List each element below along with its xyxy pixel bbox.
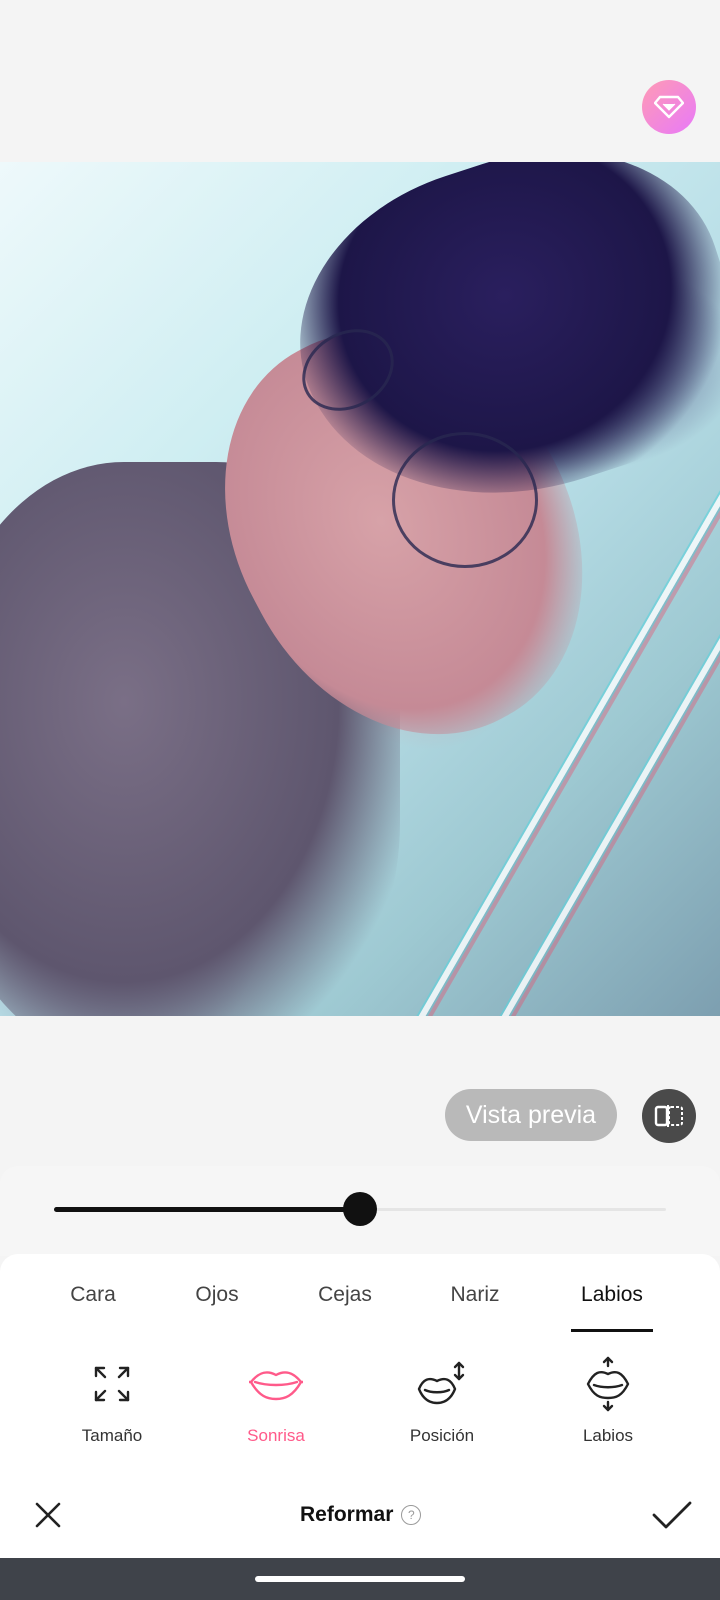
tool-label: Labios (582, 1426, 634, 1445)
tool-label: Sonrisa (247, 1426, 305, 1445)
tool-posicion[interactable]: Posición (372, 1356, 512, 1456)
tab-labios[interactable]: Labios (566, 1270, 658, 1320)
premium-button[interactable] (642, 80, 696, 134)
expand-arrows-icon (94, 1366, 130, 1402)
smile-lips-icon (249, 1371, 303, 1401)
photo-glasses-lens (392, 432, 538, 568)
tool-sonrisa[interactable]: Sonrisa (206, 1356, 346, 1456)
tool-label: Posición (409, 1426, 475, 1445)
tool-label: Tamaño (81, 1426, 143, 1445)
cancel-button[interactable] (26, 1493, 70, 1537)
intensity-slider-thumb[interactable] (343, 1192, 377, 1226)
edited-photo (0, 162, 720, 1016)
check-icon (652, 1501, 692, 1529)
lips-position-icon (417, 1361, 465, 1405)
compare-button[interactable] (642, 1089, 696, 1143)
tab-cara[interactable]: Cara (48, 1270, 138, 1320)
lips-updown-icon (586, 1356, 630, 1412)
tab-ojos[interactable]: Ojos (172, 1270, 262, 1320)
preview-button[interactable]: Vista previa (445, 1089, 617, 1141)
active-tab-indicator (571, 1329, 653, 1332)
page-title: Reformar (300, 1503, 394, 1526)
home-indicator[interactable] (255, 1576, 465, 1582)
close-icon (35, 1502, 61, 1528)
footer-title-group: Reformar ? (300, 1498, 450, 1532)
diamond-icon (654, 95, 684, 119)
tool-labios[interactable]: Labios (538, 1356, 678, 1456)
intensity-slider-fill (54, 1207, 360, 1212)
tool-tamano[interactable]: Tamaño (42, 1356, 182, 1456)
compare-icon (654, 1105, 683, 1127)
tab-cejas[interactable]: Cejas (300, 1270, 390, 1320)
confirm-button[interactable] (648, 1493, 696, 1537)
tab-nariz[interactable]: Nariz (430, 1270, 520, 1320)
help-icon[interactable]: ? (401, 1505, 422, 1525)
feature-tabs: Cara Ojos Cejas Nariz Labios (0, 1270, 720, 1332)
